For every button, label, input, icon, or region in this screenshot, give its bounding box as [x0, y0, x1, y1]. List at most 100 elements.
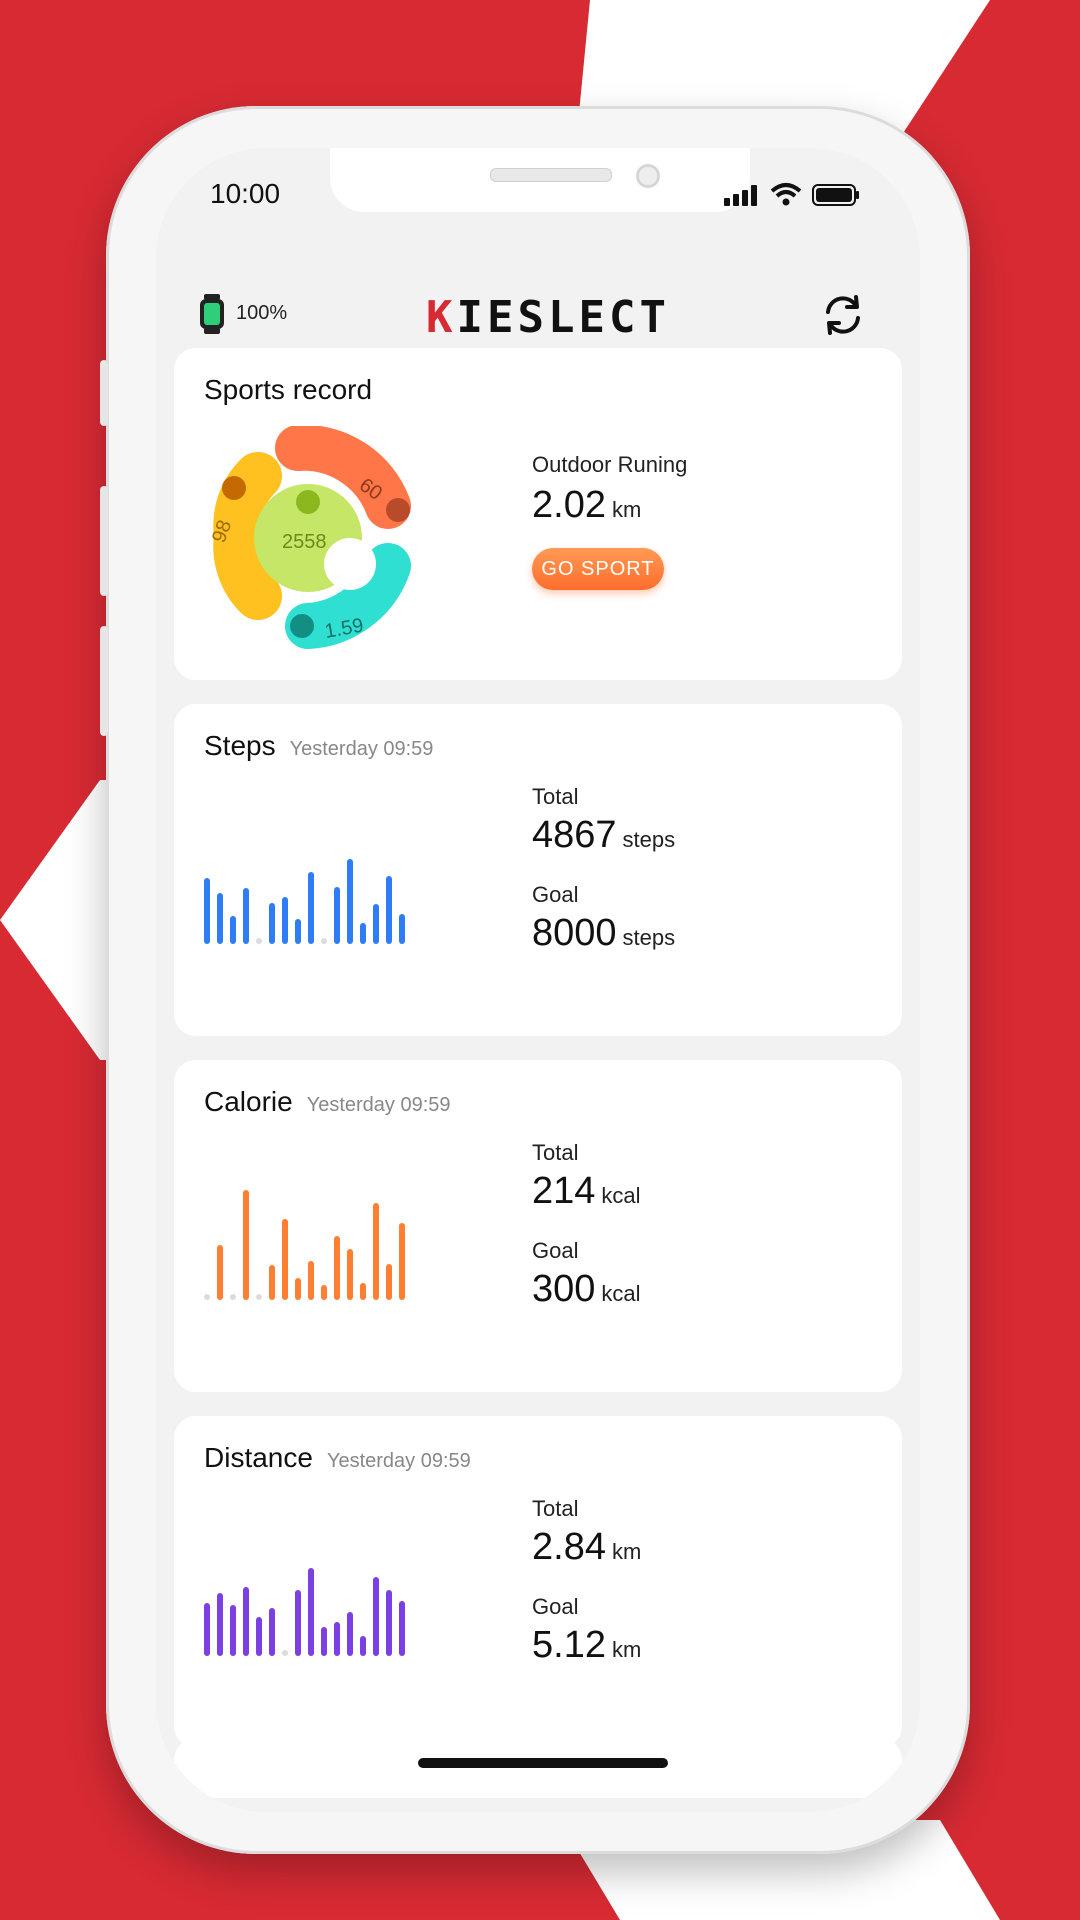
chart-bar	[269, 1265, 275, 1300]
card-title: Steps Yesterday 09:59	[204, 730, 433, 762]
chart-bar	[386, 876, 392, 944]
chart-bar	[360, 923, 366, 944]
background-white-wedge	[0, 780, 120, 1060]
chart-bar	[360, 1636, 366, 1656]
distance-total: 2.84 km	[532, 1526, 641, 1569]
calorie-bar-chart	[204, 1180, 424, 1300]
steps-goal: 8000 steps	[532, 912, 675, 955]
chart-bar	[399, 914, 405, 944]
card-title: Sports record	[204, 374, 373, 405]
steps-bar-chart	[204, 824, 424, 944]
chart-bar	[269, 1608, 275, 1656]
activity-rings: 98 60 1.59 2558	[208, 426, 411, 649]
chart-bar	[256, 1294, 262, 1300]
distance-title: Distance	[204, 1442, 313, 1473]
chart-bar	[204, 1294, 210, 1300]
go-sport-button[interactable]: GO SPORT	[532, 548, 664, 590]
calorie-total: 214 kcal	[532, 1170, 641, 1213]
calorie-time: Yesterday 09:59	[306, 1094, 451, 1116]
chart-bar	[282, 897, 288, 944]
calorie-goal-unit: kcal	[601, 1281, 641, 1306]
distance-value: 2.02	[532, 484, 606, 526]
chart-bar	[295, 919, 301, 944]
chart-bar	[217, 893, 223, 944]
chart-bar	[256, 938, 262, 944]
chart-bar	[243, 1190, 249, 1300]
chart-bar	[256, 1617, 262, 1656]
chart-bar	[308, 872, 314, 944]
calorie-goal-value: 300	[532, 1268, 596, 1310]
mute-switch	[100, 360, 108, 426]
signal-icon	[724, 185, 757, 206]
screen: 10:00 100% KIESLECT Sports record 98 60 …	[156, 148, 920, 1812]
home-indicator[interactable]	[418, 1758, 668, 1768]
steps-total: 4867 steps	[532, 814, 675, 857]
logo-text: IESLECT	[456, 292, 670, 343]
chart-bar	[269, 903, 275, 944]
distance-time: Yesterday 09:59	[326, 1450, 471, 1472]
refresh-icon[interactable]	[820, 292, 866, 338]
calorie-total-value: 214	[532, 1170, 596, 1212]
steps-goal-unit: steps	[622, 925, 676, 950]
steps-time: Yesterday 09:59	[289, 738, 434, 760]
speaker	[490, 168, 612, 182]
chart-bar	[282, 1650, 288, 1656]
app-logo: KIESLECT	[426, 292, 670, 343]
sports-record-card[interactable]: Sports record 98 60 1.59 2558 Outdoor Ru…	[174, 348, 902, 680]
chart-bar	[321, 938, 327, 944]
calorie-total-unit: kcal	[601, 1183, 641, 1208]
steps-card[interactable]: Steps Yesterday 09:59 Total 4867 steps Goa…	[174, 704, 902, 1036]
volume-up-button	[100, 486, 108, 596]
steps-goal-value: 8000	[532, 912, 617, 954]
chart-bar	[347, 1612, 353, 1656]
chart-bar	[347, 1249, 353, 1300]
chart-bar	[243, 1587, 249, 1656]
calorie-card[interactable]: Calorie Yesterday 09:59 Total 214 kcal Goa…	[174, 1060, 902, 1392]
distance-goal-value: 5.12	[532, 1624, 606, 1666]
distance-card[interactable]: Distance Yesterday 09:59 Total 2.84 km Goa…	[174, 1416, 902, 1748]
status-icons	[724, 182, 860, 206]
chart-bar	[347, 859, 353, 944]
calorie-goal-label: Goal	[532, 1238, 579, 1263]
chart-bar	[399, 1223, 405, 1300]
steps-total-value: 4867	[532, 814, 617, 856]
chart-bar	[334, 1622, 340, 1656]
chart-bar	[373, 1577, 379, 1656]
chart-bar	[334, 887, 340, 944]
activity-label: Outdoor Runing	[532, 452, 688, 477]
chart-bar	[308, 1568, 314, 1656]
chart-bar	[334, 1236, 340, 1300]
chart-bar	[360, 1283, 366, 1300]
calorie-goal: 300 kcal	[532, 1268, 641, 1311]
activity-distance: 2.02 km	[532, 484, 641, 527]
distance-total-label: Total	[532, 1496, 579, 1521]
chart-bar	[373, 904, 379, 944]
app-header: 100% KIESLECT	[156, 278, 920, 358]
watch-battery-icon	[200, 294, 224, 334]
chart-bar	[321, 1627, 327, 1656]
distance-total-unit: km	[611, 1539, 642, 1564]
chart-bar	[243, 888, 249, 944]
battery-icon	[812, 184, 859, 206]
chart-bar	[230, 1605, 236, 1656]
volume-down-button	[100, 626, 108, 736]
distance-goal: 5.12 km	[532, 1624, 641, 1667]
chart-bar	[295, 1278, 301, 1300]
distance-total-value: 2.84	[532, 1526, 606, 1568]
steps-total-unit: steps	[622, 827, 676, 852]
chart-bar	[308, 1261, 314, 1300]
chart-bar	[217, 1245, 223, 1300]
card-title: Calorie Yesterday 09:59	[204, 1086, 451, 1118]
next-card-peek	[174, 1738, 902, 1798]
chart-bar	[321, 1285, 327, 1300]
chart-bar	[295, 1590, 301, 1656]
chart-bar	[386, 1590, 392, 1656]
calorie-total-label: Total	[532, 1140, 579, 1165]
chart-bar	[386, 1264, 392, 1300]
ring-center-value: 2558	[282, 531, 327, 553]
distance-goal-unit: km	[611, 1637, 642, 1662]
chart-bar	[373, 1203, 379, 1300]
distance-unit: km	[611, 497, 642, 522]
steps-total-label: Total	[532, 784, 579, 809]
chart-bar	[399, 1601, 405, 1656]
